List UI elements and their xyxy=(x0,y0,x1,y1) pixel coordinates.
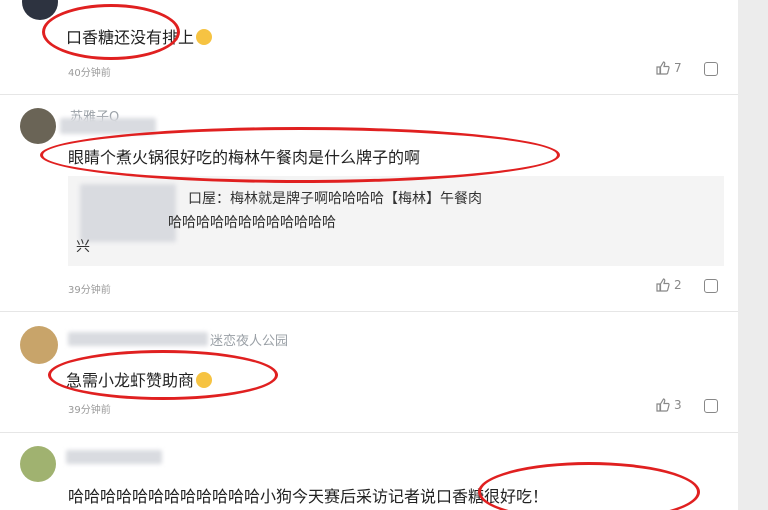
divider xyxy=(0,94,738,95)
avatar[interactable] xyxy=(20,326,58,364)
like-button[interactable]: 7 xyxy=(656,61,682,75)
comment-icon[interactable] xyxy=(704,279,718,293)
comment-time: 39分钟前 xyxy=(68,285,111,296)
like-count: 2 xyxy=(674,278,682,292)
username-blur xyxy=(66,450,162,464)
reply-text: 口屋：梅林就是牌子啊哈哈哈哈【梅林】午餐肉 xyxy=(188,191,482,207)
comment-icon[interactable] xyxy=(704,399,718,413)
username-blur xyxy=(68,332,208,346)
reply-text: 兴 xyxy=(76,239,90,255)
comment-time: 40分钟前 xyxy=(68,68,111,79)
thumbs-up-icon xyxy=(656,398,670,412)
smile-emoji-icon xyxy=(196,29,213,45)
comment-icon[interactable] xyxy=(704,62,718,76)
like-button[interactable]: 2 xyxy=(656,278,682,292)
divider xyxy=(0,311,738,312)
thumbs-up-icon xyxy=(656,278,670,292)
comment-text: 哈哈哈哈哈哈哈哈哈哈哈哈小狗今天赛后采访记者说口香糖很好吃！ xyxy=(68,487,549,506)
avatar[interactable] xyxy=(20,108,56,144)
like-button[interactable]: 3 xyxy=(656,398,682,412)
username[interactable]: 迷恋夜人公园 xyxy=(210,330,288,349)
avatar[interactable] xyxy=(22,0,58,20)
reply-username-blur xyxy=(80,184,176,242)
comment-text-content: 口香糖还没有排上 xyxy=(66,28,195,47)
avatar[interactable] xyxy=(20,446,56,482)
comment-text: 眼睛个煮火锅很好吃的梅林午餐肉是什么牌子的啊 xyxy=(68,148,421,167)
reply-box[interactable]: 口屋：梅林就是牌子啊哈哈哈哈【梅林】午餐肉 哈哈哈哈哈哈哈哈哈哈哈哈 兴 xyxy=(68,176,724,266)
reply-text: 哈哈哈哈哈哈哈哈哈哈哈哈 xyxy=(168,215,336,231)
username-blur xyxy=(60,118,156,134)
like-count: 7 xyxy=(674,61,682,75)
divider xyxy=(0,432,738,433)
smile-emoji-icon xyxy=(196,372,213,388)
comment-text: 急需小龙虾赞助商 xyxy=(66,367,213,391)
comment-text: 口香糖还没有排上 xyxy=(66,24,213,48)
comment-text-content: 急需小龙虾赞助商 xyxy=(66,371,195,390)
like-count: 3 xyxy=(674,398,682,412)
comment-time: 39分钟前 xyxy=(68,405,111,416)
thumbs-up-icon xyxy=(656,61,670,75)
comment-list: 口香糖还没有排上 40分钟前 7 苏雅子Q 眼睛个煮火锅很好吃的梅林午餐肉是什么… xyxy=(0,0,738,510)
